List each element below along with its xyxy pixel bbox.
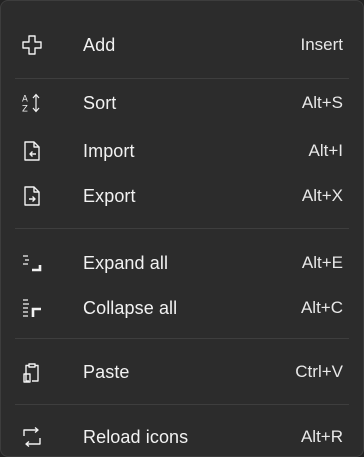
- expand-all-icon: [21, 252, 43, 274]
- import-document-icon: [21, 140, 43, 162]
- sort-az-icon: A Z: [21, 92, 43, 114]
- menu-item-import[interactable]: Import Alt+I: [7, 129, 357, 173]
- menu-item-shortcut: Ctrl+V: [295, 362, 343, 381]
- svg-text:A: A: [22, 95, 28, 105]
- menu-item-shortcut: Alt+E: [301, 253, 343, 272]
- reload-icon: [21, 426, 43, 448]
- svg-text:Z: Z: [22, 105, 28, 115]
- menu-item-label: Collapse all: [83, 297, 178, 318]
- menu-separator: [15, 338, 349, 339]
- context-menu: Add Insert A Z Sort Alt+S Import Alt+I E…: [0, 0, 364, 457]
- menu-item-label: Paste: [83, 361, 130, 382]
- export-document-icon: [21, 185, 43, 207]
- menu-item-label: Reload icons: [83, 426, 189, 447]
- menu-item-shortcut: Alt+R: [300, 427, 343, 446]
- menu-separator: [15, 404, 349, 405]
- menu-item-shortcut: Alt+C: [300, 298, 343, 317]
- menu-item-label: Add: [83, 34, 116, 55]
- menu-item-add[interactable]: Add Insert: [7, 23, 357, 67]
- menu-item-expand-all[interactable]: Expand all Alt+E: [7, 241, 357, 285]
- paste-clipboard-icon: [21, 361, 43, 383]
- menu-separator: [15, 78, 349, 79]
- menu-item-shortcut: Alt+X: [301, 186, 343, 205]
- menu-separator: [15, 228, 349, 229]
- menu-item-paste[interactable]: Paste Ctrl+V: [7, 350, 357, 394]
- menu-item-label: Expand all: [83, 252, 169, 273]
- menu-item-shortcut: Alt+S: [301, 93, 343, 112]
- add-plus-icon: [21, 34, 43, 56]
- menu-item-collapse-all[interactable]: Collapse all Alt+C: [7, 286, 357, 330]
- menu-item-label: Export: [83, 185, 136, 206]
- menu-item-label: Import: [83, 140, 135, 161]
- menu-item-label: Sort: [83, 92, 117, 113]
- collapse-all-icon: [21, 297, 43, 319]
- menu-item-shortcut: Insert: [300, 35, 343, 54]
- menu-item-export[interactable]: Export Alt+X: [7, 174, 357, 218]
- menu-item-reload-icons[interactable]: Reload icons Alt+R: [7, 415, 357, 457]
- menu-item-sort[interactable]: A Z Sort Alt+S: [7, 81, 357, 125]
- menu-item-shortcut: Alt+I: [308, 141, 344, 160]
